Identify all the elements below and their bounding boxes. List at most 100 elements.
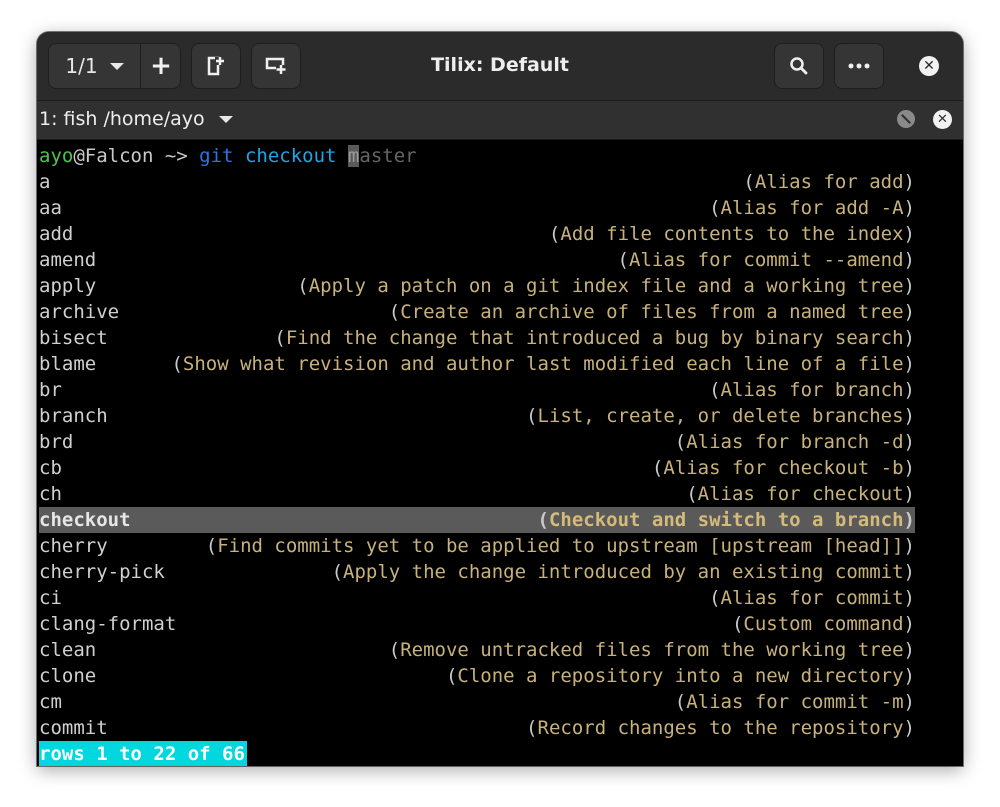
- completion-description: (Alias for branch): [709, 379, 915, 401]
- prompt-arrow: ~>: [153, 145, 200, 167]
- completion-command: add: [39, 223, 74, 245]
- menu-button[interactable]: [834, 43, 884, 89]
- search-button[interactable]: [774, 43, 824, 89]
- completion-command: cherry-pick: [39, 561, 165, 583]
- completion-item[interactable]: amend (Alias for commit --amend): [39, 247, 915, 273]
- completion-command: commit: [39, 717, 108, 739]
- header-bar: 1/1 + Tilix: Default ✕: [37, 32, 963, 101]
- completion-command: amend: [39, 249, 97, 271]
- completion-description: (Find commits yet to be applied to upstr…: [205, 535, 915, 557]
- chevron-down-icon: [218, 115, 233, 123]
- completion-command: brd: [39, 431, 74, 453]
- completion-command: clone: [39, 665, 97, 687]
- completion-description: (Alias for checkout -b): [651, 457, 915, 479]
- terminal-title-bar: 1: fish /home/ayo ✕: [37, 101, 963, 140]
- session-switcher-button[interactable]: 1/1: [49, 44, 141, 88]
- completion-command: checkout: [39, 509, 131, 531]
- completion-command: clang-format: [39, 613, 177, 635]
- pager-status: rows 1 to 22 of 66: [39, 741, 247, 766]
- completion-item[interactable]: clone (Clone a repository into a new dire…: [39, 663, 915, 689]
- completion-description: (Show what revision and author last modi…: [171, 353, 915, 375]
- completion-command: clean: [39, 639, 97, 661]
- completion-item[interactable]: br (Alias for branch): [39, 377, 915, 403]
- completion-command: cherry: [39, 535, 108, 557]
- completion-command: aa: [39, 197, 62, 219]
- completion-description: (Custom command): [731, 613, 915, 635]
- completion-description: (Alias for commit --amend): [617, 249, 915, 271]
- completion-command: apply: [39, 275, 97, 297]
- search-icon: [790, 57, 808, 75]
- terminal-title: 1: fish /home/ayo: [39, 108, 205, 130]
- completion-item[interactable]: cherry (Find commits yet to be applied to…: [39, 533, 915, 559]
- terminal-title-menu[interactable]: 1: fish /home/ayo: [39, 108, 233, 130]
- completion-command: ci: [39, 587, 62, 609]
- tilix-window: 1/1 + Tilix: Default ✕ 1: fish /home/ayo…: [37, 32, 963, 766]
- completion-item[interactable]: a (Alias for add): [39, 169, 915, 195]
- completion-description: (Apply a patch on a git index file and a…: [297, 275, 915, 297]
- completion-item[interactable]: brd (Alias for branch -d): [39, 429, 915, 455]
- command-git: git: [199, 145, 234, 167]
- window-close-button[interactable]: ✕: [919, 56, 939, 76]
- completion-item[interactable]: bisect (Find the change that introduced a…: [39, 325, 915, 351]
- completion-command: cm: [39, 691, 62, 713]
- completion-item[interactable]: clean (Remove untracked files from the wo…: [39, 637, 915, 663]
- completion-item[interactable]: branch (List, create, or delete branches): [39, 403, 915, 429]
- session-button-group: 1/1 +: [48, 43, 181, 89]
- completion-command: ch: [39, 483, 62, 505]
- completion-description: (Checkout and switch to a branch): [537, 509, 915, 531]
- completion-item[interactable]: blame (Show what revision and author last…: [39, 351, 915, 377]
- completion-description: (Alias for commit): [709, 587, 915, 609]
- chevron-down-icon: [109, 62, 124, 70]
- add-session-button[interactable]: +: [141, 44, 181, 88]
- completion-description: (Remove untracked files from the working…: [388, 639, 915, 661]
- completion-description: (Alias for commit -m): [674, 691, 915, 713]
- completion-description: (Apply the change introduced by an exist…: [331, 561, 915, 583]
- completion-description: (List, create, or delete branches): [526, 405, 915, 427]
- terminal-output[interactable]: ayo@Falcon ~> git checkout master a (Alia…: [37, 140, 963, 766]
- completion-command: cb: [39, 457, 62, 479]
- completion-item[interactable]: add (Add file contents to the index): [39, 221, 915, 247]
- completion-item[interactable]: cm (Alias for commit -m): [39, 689, 915, 715]
- completion-description: (Clone a repository into a new directory…: [445, 665, 915, 687]
- completion-description: (Alias for add -A): [709, 197, 915, 219]
- command-arg-checkout: checkout: [244, 145, 337, 167]
- close-terminal-button[interactable]: ✕: [933, 110, 952, 129]
- split-right-icon: [207, 56, 224, 76]
- text-cursor: m: [347, 145, 360, 167]
- more-icon: [848, 63, 870, 69]
- completion-item[interactable]: archive (Create an archive of files from …: [39, 299, 915, 325]
- completion-item[interactable]: commit (Record changes to the repository): [39, 715, 915, 741]
- add-terminal-right-button[interactable]: [191, 43, 241, 89]
- completion-description: (Record changes to the repository): [526, 717, 915, 739]
- completion-description: (Alias for branch -d): [674, 431, 915, 453]
- completion-item[interactable]: apply (Apply a patch on a git index file …: [39, 273, 915, 299]
- autosuggestion: aster: [359, 145, 417, 167]
- completion-command: archive: [39, 301, 120, 323]
- prompt-user: ayo: [39, 145, 74, 167]
- close-icon: ✕: [923, 58, 935, 74]
- completion-item[interactable]: ci (Alias for commit): [39, 585, 915, 611]
- completion-item[interactable]: aa (Alias for add -A): [39, 195, 915, 221]
- completion-item[interactable]: cb (Alias for checkout -b): [39, 455, 915, 481]
- close-icon: ✕: [937, 112, 948, 127]
- plus-icon: +: [150, 51, 172, 81]
- completion-item[interactable]: cherry-pick (Apply the change introduced …: [39, 559, 915, 585]
- completion-item[interactable]: clang-format (Custom command): [39, 611, 915, 637]
- prompt-host: @Falcon: [73, 145, 154, 167]
- completion-description: (Alias for checkout): [686, 483, 915, 505]
- completion-description: (Alias for add): [743, 171, 915, 193]
- completion-command: a: [39, 171, 51, 193]
- completion-command: blame: [39, 353, 97, 375]
- completion-description: (Create an archive of files from a named…: [388, 301, 915, 323]
- completion-item-selected[interactable]: checkout (Checkout and switch to a branch…: [39, 507, 915, 533]
- completion-command: br: [39, 379, 62, 401]
- completion-command: bisect: [39, 327, 108, 349]
- completion-item[interactable]: ch (Alias for checkout): [39, 481, 915, 507]
- split-down-icon: [265, 57, 286, 74]
- maximize-terminal-button[interactable]: [897, 110, 915, 128]
- completion-description: (Find the change that introduced a bug b…: [274, 327, 915, 349]
- add-terminal-down-button[interactable]: [251, 43, 301, 89]
- completion-description: (Add file contents to the index): [548, 223, 915, 245]
- completion-command: branch: [39, 405, 108, 427]
- prompt-line: ayo@Falcon ~> git checkout master: [39, 143, 915, 169]
